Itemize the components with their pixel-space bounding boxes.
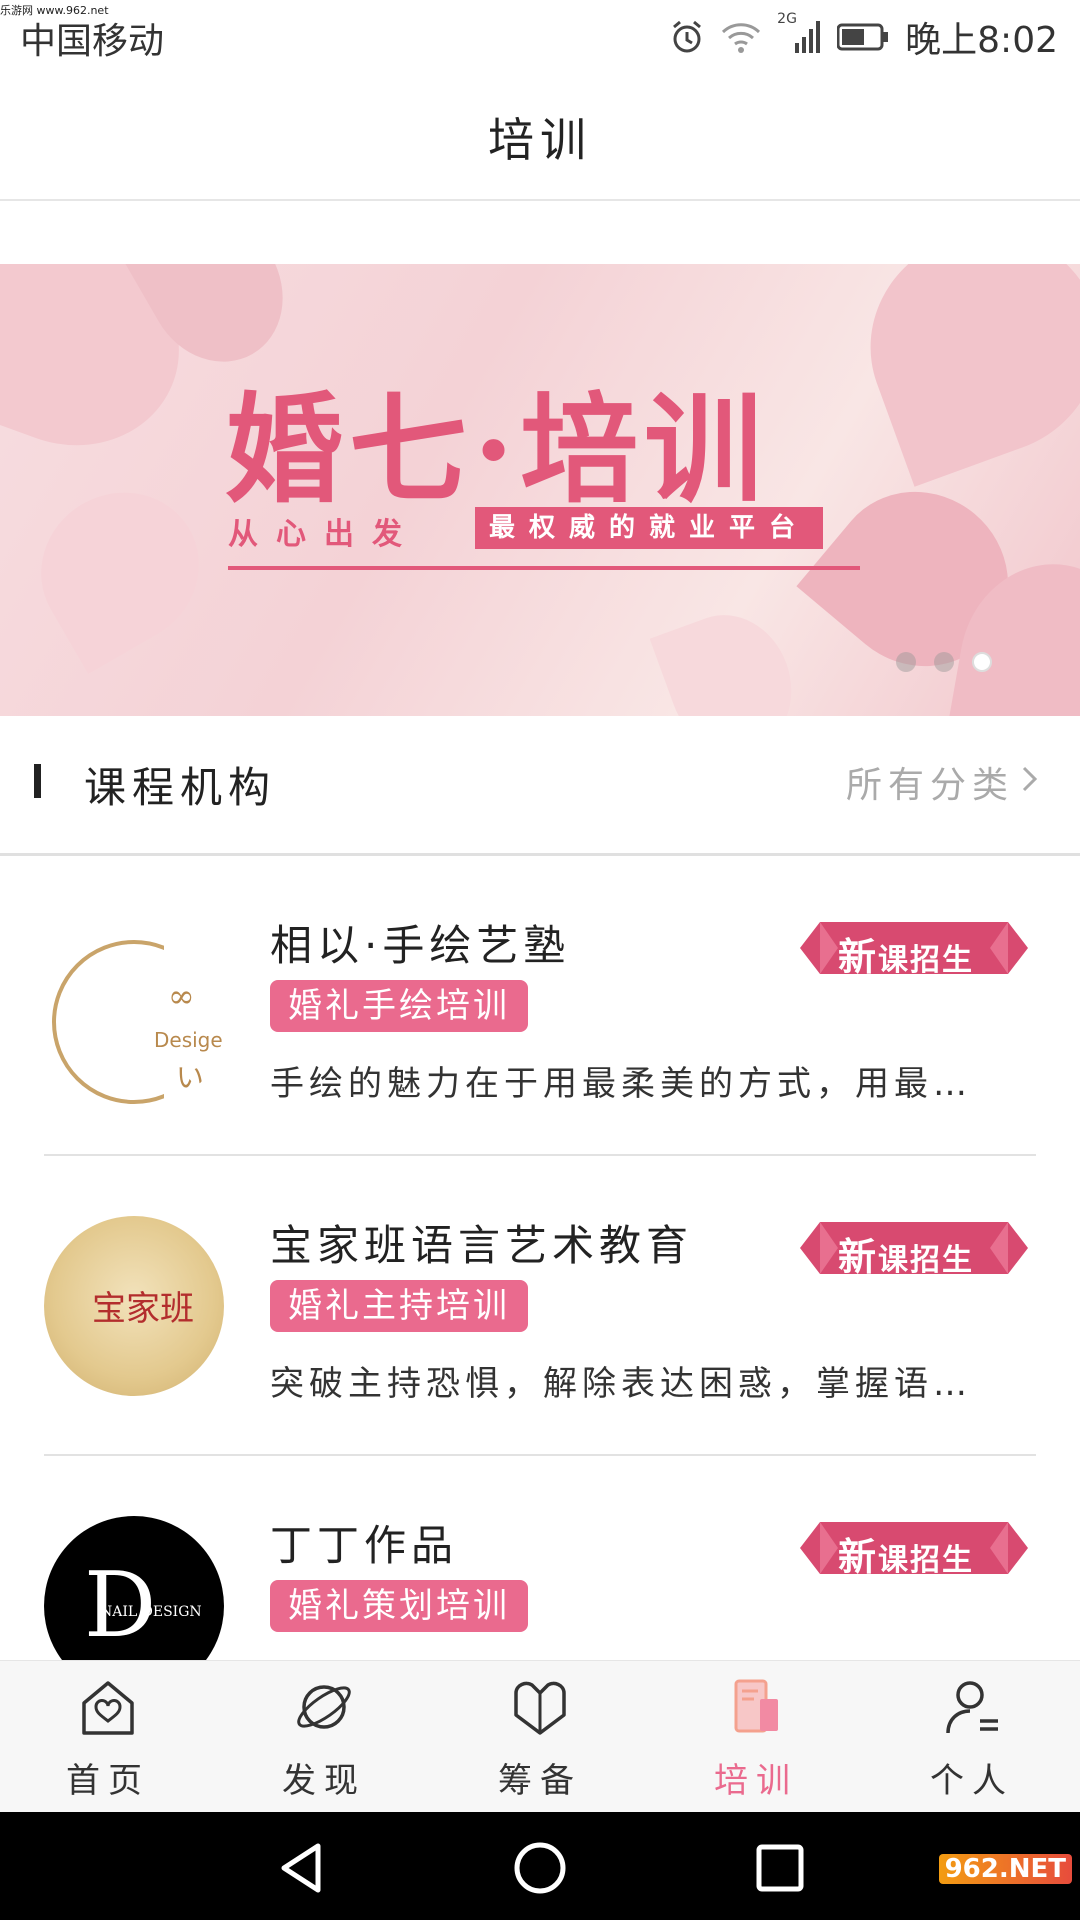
new-enrollment-badge: 新课招生 [790, 1218, 1038, 1279]
decor-petal [839, 264, 1080, 487]
badge-new: 新 [838, 935, 879, 979]
section-title: 课程机构 [84, 763, 277, 812]
carousel-dot[interactable] [934, 652, 954, 672]
carousel-dot-active[interactable] [972, 652, 992, 672]
tab-label: 筹备 [498, 1761, 582, 1801]
badge-new: 新 [838, 1235, 879, 1279]
course-name: 宝家班语言艺术教育 [270, 1221, 694, 1270]
svg-text:い: い [176, 1061, 204, 1094]
carrier-name: 中国移动 [20, 21, 165, 62]
course-logo: 宝家班 [44, 1216, 224, 1396]
course-logo: D NAIL DESIGN [44, 1516, 224, 1660]
home-icon [76, 1675, 140, 1743]
planet-icon [292, 1675, 356, 1743]
tab-label: 首页 [66, 1761, 150, 1801]
tab-home[interactable]: 首页 [0, 1661, 216, 1812]
tab-profile[interactable]: 个人 [864, 1661, 1080, 1812]
battery-icon [837, 23, 889, 51]
course-list: ∞ Desige い 相以·手绘艺塾 婚礼手绘培训 手绘的魅力在于用最柔美的方式… [0, 856, 1080, 1660]
badge-rest: 课招生 [878, 1543, 975, 1578]
tab-label: 个人 [930, 1761, 1014, 1801]
tab-discover[interactable]: 发现 [216, 1661, 432, 1812]
logo-text: 宝家班 [92, 1289, 194, 1329]
svg-text:∞: ∞ [168, 977, 195, 1015]
all-categories-link[interactable]: 所有分类 [846, 756, 1040, 808]
chevron-right-icon [1020, 762, 1040, 803]
course-tag: 婚礼主持培训 [270, 1280, 528, 1332]
status-time: 晚上8:02 [905, 20, 1058, 61]
new-enrollment-badge: 新课招生 [790, 918, 1038, 979]
course-logo: ∞ Desige い [44, 932, 224, 1112]
banner-underline [228, 566, 860, 570]
all-categories-label: 所有分类 [845, 765, 1014, 806]
signal-icon: 2G [777, 11, 821, 55]
network-type: 2G [777, 11, 797, 27]
training-icon [724, 1675, 788, 1743]
badge-rest: 课招生 [878, 1243, 975, 1278]
home-button[interactable] [510, 1838, 570, 1898]
course-name: 丁丁作品 [270, 1521, 459, 1570]
banner-carousel[interactable]: 婚七·培训 从心出发 最权威的就业平台 [0, 264, 1080, 716]
page-title: 培训 [488, 113, 592, 167]
recents-button[interactable] [750, 1838, 810, 1898]
tab-label: 培训 [714, 1761, 798, 1801]
badge-new: 新 [838, 1535, 879, 1579]
decor-petal [13, 464, 227, 674]
course-item[interactable]: 宝家班 宝家班语言艺术教育 婚礼主持培训 突破主持恐惧，解除表达困惑，掌握语… … [0, 1156, 1080, 1456]
wifi-icon [721, 20, 761, 54]
new-enrollment-badge: 新课招生 [790, 1518, 1038, 1579]
banner-subtitle: 从心出发 [228, 517, 420, 552]
tab-training[interactable]: 培训 [648, 1661, 864, 1812]
person-icon [940, 1675, 1004, 1743]
course-desc: 突破主持恐惧，解除表达困惑，掌握语… [270, 1364, 972, 1404]
badge-rest: 课招生 [878, 943, 975, 978]
status-bar: 乐游网 www.962.net 中国移动 2G 晚上8:02 [0, 0, 1080, 75]
carousel-indicator [896, 652, 992, 672]
logo-text: Desige [154, 1028, 223, 1052]
course-tag: 婚礼策划培训 [270, 1580, 528, 1632]
app-header: 培训 [0, 75, 1080, 201]
tab-label: 发现 [282, 1761, 366, 1801]
course-name: 相以·手绘艺塾 [270, 921, 571, 970]
course-item[interactable]: D NAIL DESIGN 丁丁作品 婚礼策划培训 新课招生 [0, 1456, 1080, 1660]
decor-petal [649, 597, 811, 716]
course-desc: 手绘的魅力在于用最柔美的方式，用最… [270, 1064, 972, 1104]
alarm-icon [669, 19, 705, 55]
section-marker [34, 764, 41, 798]
back-button[interactable] [272, 1838, 332, 1898]
heart-book-icon [508, 1675, 572, 1743]
corner-watermark: 962.NET [938, 1854, 1072, 1884]
banner-title: 婚七·培训 [225, 380, 769, 519]
tab-prepare[interactable]: 筹备 [432, 1661, 648, 1812]
course-tag: 婚礼手绘培训 [270, 980, 528, 1032]
section-header: 课程机构 所有分类 [0, 716, 1080, 856]
logo-text: NAIL DESIGN [100, 1604, 202, 1620]
banner-tag: 最权威的就业平台 [475, 507, 824, 549]
bottom-tab-bar: 首页 发现 筹备 培训 个人 [0, 1660, 1080, 1812]
carousel-dot[interactable] [896, 652, 916, 672]
course-item[interactable]: ∞ Desige い 相以·手绘艺塾 婚礼手绘培训 手绘的魅力在于用最柔美的方式… [0, 856, 1080, 1156]
system-nav-bar: 962.NET [0, 1812, 1080, 1920]
